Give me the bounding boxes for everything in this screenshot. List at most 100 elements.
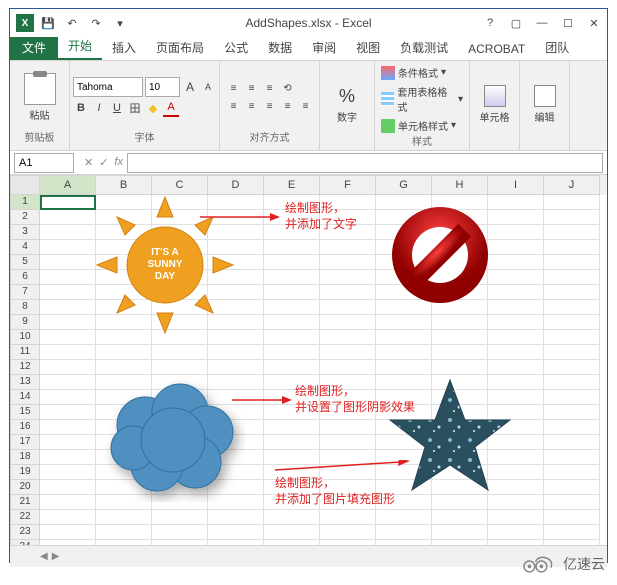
cell[interactable] (40, 255, 96, 270)
cell[interactable] (544, 540, 600, 545)
cell[interactable] (544, 450, 600, 465)
cell[interactable] (264, 540, 320, 545)
cell[interactable] (488, 285, 544, 300)
cell[interactable] (544, 405, 600, 420)
col-header-f[interactable]: F (320, 175, 376, 195)
row-header[interactable]: 4 (10, 240, 40, 255)
app-icon[interactable]: X (16, 14, 34, 32)
align-bottom-icon[interactable]: ≡ (262, 80, 278, 96)
row-header[interactable]: 19 (10, 465, 40, 480)
cell[interactable] (488, 345, 544, 360)
save-icon[interactable]: 💾 (38, 13, 58, 33)
cell[interactable] (320, 360, 376, 375)
format-table-button[interactable]: 套用表格格式▾ (381, 84, 463, 114)
align-center-icon[interactable]: ≡ (244, 98, 260, 114)
cell[interactable] (544, 300, 600, 315)
cell[interactable] (544, 195, 600, 210)
col-header-i[interactable]: I (488, 175, 544, 195)
cell[interactable] (152, 510, 208, 525)
col-header-b[interactable]: B (96, 175, 152, 195)
cell[interactable] (544, 420, 600, 435)
cell[interactable] (40, 285, 96, 300)
cell[interactable] (488, 270, 544, 285)
row-header[interactable]: 24 (10, 540, 40, 545)
cell[interactable] (376, 345, 432, 360)
cell[interactable] (40, 345, 96, 360)
cell[interactable] (376, 510, 432, 525)
cell[interactable] (320, 240, 376, 255)
cell[interactable] (488, 315, 544, 330)
cell[interactable] (264, 270, 320, 285)
cell[interactable] (264, 510, 320, 525)
cell[interactable] (40, 300, 96, 315)
tab-home[interactable]: 开始 (58, 33, 102, 60)
row-header[interactable]: 23 (10, 525, 40, 540)
cell[interactable] (376, 360, 432, 375)
cell[interactable] (544, 525, 600, 540)
cell[interactable] (544, 210, 600, 225)
tab-team[interactable]: 团队 (535, 35, 579, 60)
row-header[interactable]: 9 (10, 315, 40, 330)
cell[interactable] (488, 240, 544, 255)
tab-view[interactable]: 视图 (346, 35, 390, 60)
file-tab[interactable]: 文件 (10, 36, 58, 60)
col-header-d[interactable]: D (208, 175, 264, 195)
col-header-c[interactable]: C (152, 175, 208, 195)
cell[interactable] (40, 450, 96, 465)
undo-icon[interactable]: ↶ (62, 13, 82, 33)
paste-button[interactable]: 粘贴 (24, 73, 56, 122)
cell[interactable] (544, 465, 600, 480)
col-header-h[interactable]: H (432, 175, 488, 195)
cell[interactable] (96, 540, 152, 545)
row-header[interactable]: 7 (10, 285, 40, 300)
row-header[interactable]: 2 (10, 210, 40, 225)
no-entry-shape[interactable] (385, 200, 495, 310)
italic-button[interactable]: I (91, 99, 107, 117)
cell[interactable] (320, 420, 376, 435)
close-button[interactable]: ✕ (585, 17, 603, 30)
redo-icon[interactable]: ↷ (86, 13, 106, 33)
cell[interactable] (40, 435, 96, 450)
select-all-corner[interactable] (10, 175, 40, 195)
tab-review[interactable]: 审阅 (302, 35, 346, 60)
formula-enter-icon[interactable]: ✓ (99, 156, 108, 169)
cell[interactable] (40, 225, 96, 240)
cell[interactable] (488, 225, 544, 240)
cell[interactable] (264, 435, 320, 450)
row-header[interactable]: 20 (10, 480, 40, 495)
cell[interactable] (264, 525, 320, 540)
cell[interactable] (40, 390, 96, 405)
cell[interactable] (488, 300, 544, 315)
cell[interactable] (40, 495, 96, 510)
cell[interactable] (40, 525, 96, 540)
editing-button[interactable]: 编辑 (534, 85, 556, 124)
row-header[interactable]: 3 (10, 225, 40, 240)
cell[interactable] (488, 360, 544, 375)
cell[interactable] (320, 510, 376, 525)
row-header[interactable]: 16 (10, 420, 40, 435)
decrease-font-icon[interactable]: A (200, 78, 216, 96)
cell[interactable] (376, 315, 432, 330)
name-box[interactable] (14, 153, 74, 173)
cell[interactable] (320, 435, 376, 450)
border-button[interactable]: 田 (127, 99, 143, 117)
col-header-e[interactable]: E (264, 175, 320, 195)
fx-icon[interactable]: fx (114, 156, 123, 169)
cell[interactable] (488, 195, 544, 210)
cell-styles-button[interactable]: 单元格样式▾ (381, 118, 456, 133)
cell[interactable] (488, 540, 544, 545)
row-header[interactable]: 8 (10, 300, 40, 315)
sheet-nav-prev[interactable]: ◀ (40, 551, 48, 562)
row-header[interactable]: 17 (10, 435, 40, 450)
cell[interactable] (320, 315, 376, 330)
cell[interactable] (320, 300, 376, 315)
cell[interactable] (488, 510, 544, 525)
cell[interactable] (544, 225, 600, 240)
cell[interactable] (432, 315, 488, 330)
font-size-select[interactable] (145, 77, 180, 97)
cell[interactable] (208, 510, 264, 525)
row-header[interactable]: 10 (10, 330, 40, 345)
align-top-icon[interactable]: ≡ (226, 80, 242, 96)
font-name-select[interactable] (73, 77, 143, 97)
cell[interactable] (544, 285, 600, 300)
